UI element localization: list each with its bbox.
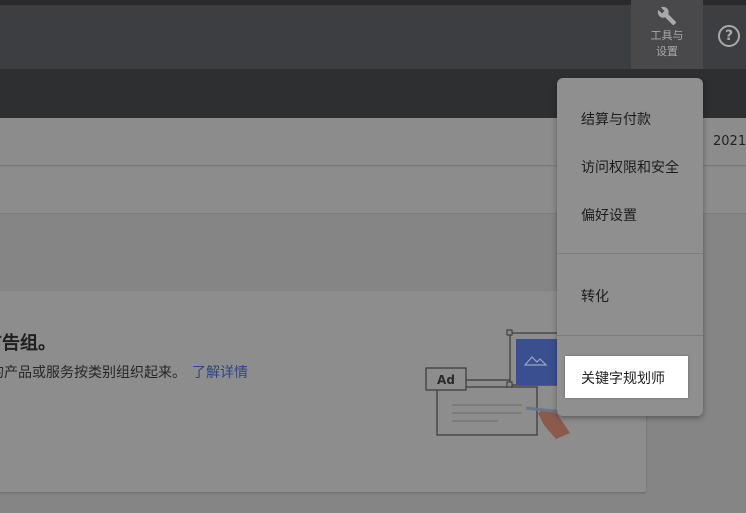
menu-divider (557, 335, 703, 336)
tools-label-2: 设置 (656, 45, 678, 58)
tools-label-1: 工具与 (650, 29, 684, 42)
menu-item-preferences[interactable]: 偏好设置 (581, 205, 637, 225)
help-icon[interactable]: ? (718, 25, 740, 47)
menu-item-keyword-planner[interactable]: 关键字规划师 (565, 356, 688, 398)
keyword-planner-label: 关键字规划师 (581, 371, 665, 387)
menu-item-access-security[interactable]: 访问权限和安全 (581, 157, 679, 177)
menu-divider (557, 253, 703, 254)
date-range[interactable]: 2021 (713, 134, 746, 149)
card-description: 的产品或服务按类别组织起来。 (0, 365, 186, 381)
wrench-icon (657, 6, 677, 26)
tools-and-settings-button[interactable]: 工具与 设置 (631, 0, 703, 69)
menu-item-conversions[interactable]: 转化 (581, 286, 609, 306)
ad-badge: Ad (437, 373, 455, 387)
card-title: 广告组。 (0, 333, 56, 354)
learn-more-link[interactable]: 了解详情 (192, 365, 248, 381)
tools-dropdown-menu: 结算与付款 访问权限和安全 偏好设置 转化 关键字规划师 (557, 78, 703, 416)
menu-item-billing[interactable]: 结算与付款 (581, 109, 651, 129)
